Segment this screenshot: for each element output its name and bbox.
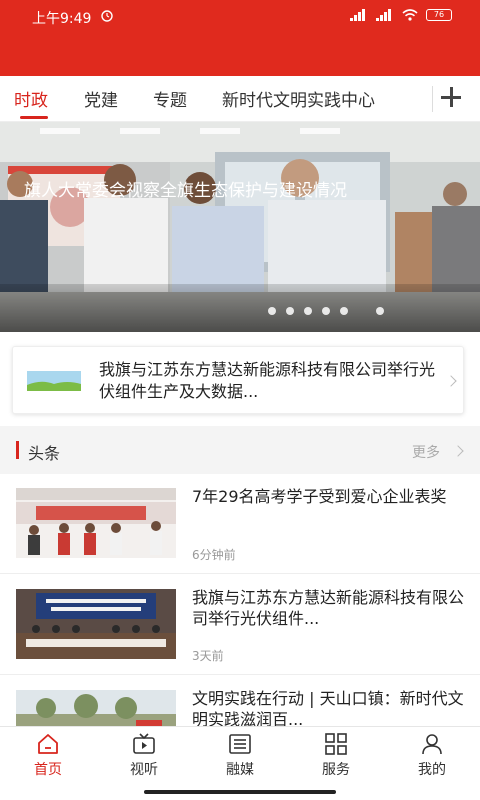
carousel-dot xyxy=(304,307,312,315)
tab-civilization-center[interactable]: 新时代文明实践中心 xyxy=(222,86,375,111)
section-title: 头条 xyxy=(28,444,61,463)
carousel-dot-active xyxy=(376,307,384,315)
news-title: 文明实践在行动 | 天山口镇：新时代文明实践滋润百... xyxy=(192,689,464,729)
user-icon xyxy=(422,734,442,755)
nav-video[interactable]: 视听 xyxy=(114,733,174,779)
news-thumbnail xyxy=(16,488,176,558)
carousel-dot xyxy=(268,307,276,315)
tab-active-indicator xyxy=(20,116,48,119)
signal-2-icon xyxy=(376,9,391,21)
section-header-band xyxy=(0,426,480,474)
news-title: 7年29名高考学子受到爱心企业表奖 xyxy=(192,487,447,506)
signal-icon xyxy=(350,9,365,21)
status-bar: 上午9:49 76 xyxy=(0,0,480,76)
news-time: 3天前 xyxy=(192,649,224,663)
carousel-dot xyxy=(286,307,294,315)
nav-media[interactable]: 融媒 xyxy=(210,733,270,779)
notice-card[interactable]: 我旗与江苏东方慧达新能源科技有限公司举行光伏组件生产及大数据... xyxy=(12,346,464,414)
banner-title[interactable]: 旗人大常委会视察全旗生态保护与建设情况 xyxy=(24,176,347,201)
more-link[interactable]: 更多 xyxy=(412,442,440,462)
nav-media-label: 融媒 xyxy=(226,762,254,778)
news-title: 我旗与江苏东方慧达新能源科技有限公司举行光伏组件... xyxy=(192,588,465,628)
wifi-icon xyxy=(402,9,418,21)
section-accent-bar xyxy=(16,441,19,459)
home-indicator xyxy=(144,790,336,794)
home-icon xyxy=(38,734,58,754)
alarm-icon xyxy=(101,10,113,22)
status-indicators: 76 xyxy=(350,9,452,21)
chevron-right-icon xyxy=(445,375,457,387)
carousel-indicators xyxy=(268,307,384,315)
status-time: 上午9:49 xyxy=(32,11,92,27)
battery-icon: 76 xyxy=(426,9,452,21)
news-thumbnail xyxy=(16,589,176,659)
tab-divider xyxy=(432,86,433,112)
banner-carousel[interactable] xyxy=(0,122,480,332)
nav-profile[interactable]: 我的 xyxy=(402,733,462,779)
tab-dangjian[interactable]: 党建 xyxy=(84,86,118,111)
notice-text: 我旗与江苏东方慧达新能源科技有限公司举行光伏组件生产及大数据... xyxy=(99,360,436,401)
carousel-dot xyxy=(340,307,348,315)
bottom-navigation: 首页 视听 融媒 服务 我的 xyxy=(0,726,480,800)
nav-video-label: 视听 xyxy=(130,762,158,778)
nav-home-label: 首页 xyxy=(34,762,62,778)
nav-home[interactable]: 首页 xyxy=(18,733,78,779)
tab-zhuanti[interactable]: 专题 xyxy=(153,86,187,111)
grid-icon xyxy=(325,733,347,755)
nav-service[interactable]: 服务 xyxy=(306,733,366,779)
nav-profile-label: 我的 xyxy=(418,762,446,778)
news-item[interactable]: 7年29名高考学子受到爱心企业表奖 6分钟前 xyxy=(0,474,480,574)
banner-caption-overlay xyxy=(0,284,480,332)
news-item[interactable]: 我旗与江苏东方慧达新能源科技有限公司举行光伏组件... 3天前 xyxy=(0,575,480,675)
news-time: 6分钟前 xyxy=(192,548,236,562)
nav-service-label: 服务 xyxy=(322,762,350,778)
tv-icon xyxy=(133,733,155,754)
notice-thumbnail-icon xyxy=(27,371,81,391)
carousel-dot xyxy=(322,307,330,315)
channel-tabs: 时政 党建 专题 新时代文明实践中心 xyxy=(0,76,480,122)
tab-shizheng[interactable]: 时政 xyxy=(14,86,48,111)
add-channel-icon[interactable] xyxy=(440,86,461,108)
newspaper-icon xyxy=(229,734,251,754)
